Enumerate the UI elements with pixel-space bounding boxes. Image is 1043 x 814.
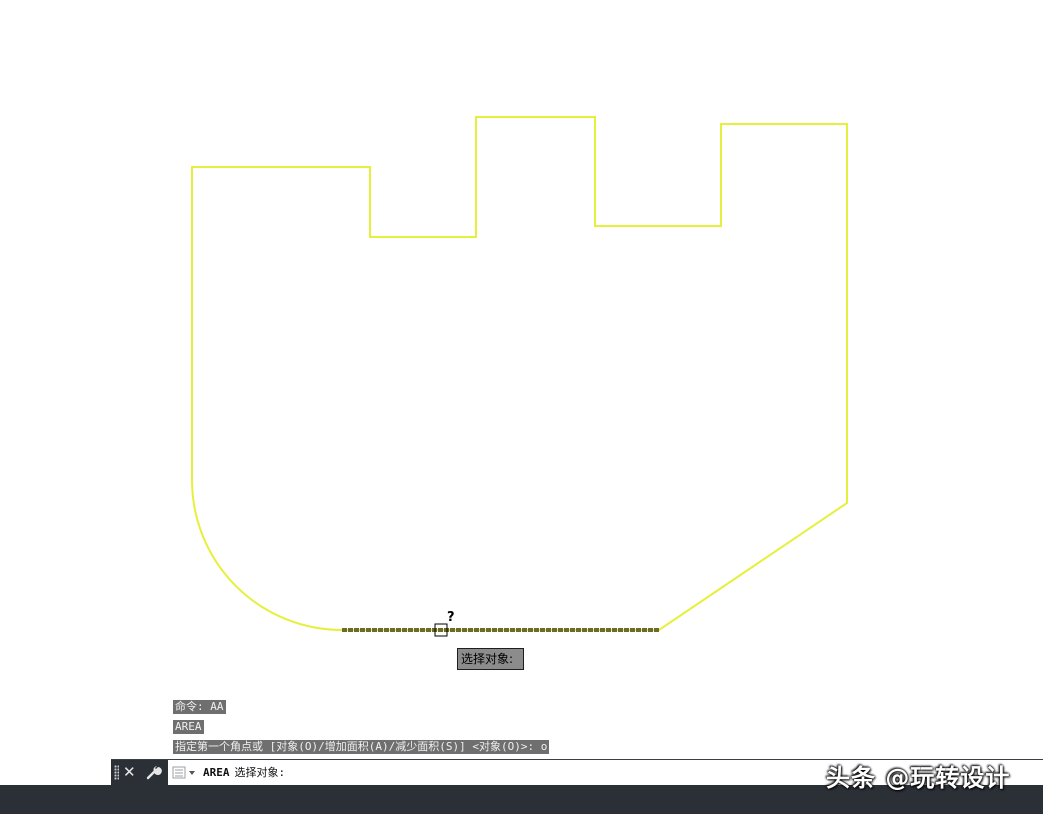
history-line: AREA <box>173 720 204 734</box>
drag-grip-icon[interactable] <box>114 765 119 780</box>
command-input[interactable]: AREA 选择对象: <box>203 764 285 782</box>
watermark: 头条 @玩转设计 <box>826 764 1011 792</box>
history-line: 指定第一个角点或 [对象(O)/增加面积(A)/减少面积(S)] <对象(O)>… <box>173 740 550 754</box>
active-command-name: AREA <box>203 766 230 779</box>
command-line-handle[interactable]: ✕ <box>111 760 168 785</box>
cursor-help-badge: ? <box>447 610 455 625</box>
close-icon[interactable]: ✕ <box>123 762 136 782</box>
drawing-canvas[interactable]: ? <box>0 0 1043 758</box>
polyline-outline[interactable] <box>191 116 848 631</box>
recent-commands-icon[interactable] <box>172 766 198 780</box>
dynamic-input-tooltip: 选择对象: <box>457 648 524 670</box>
wrench-icon[interactable] <box>145 763 163 781</box>
command-prompt: 选择对象: <box>234 766 286 779</box>
history-line: 命令: AA <box>173 700 226 714</box>
